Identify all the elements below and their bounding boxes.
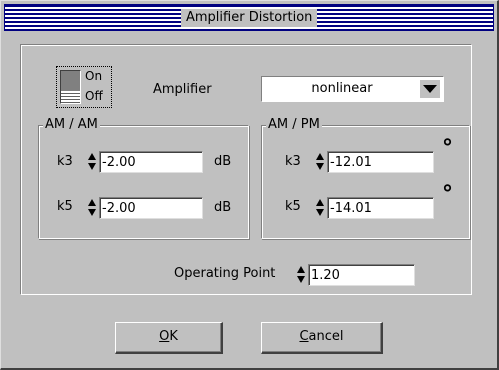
up-arrow-icon[interactable] [316, 199, 324, 206]
up-arrow-icon[interactable] [297, 266, 305, 273]
am-am-k3-unit: dB [214, 154, 232, 169]
title-bar[interactable]: Amplifier Distortion [4, 4, 494, 31]
am-pm-k5-input[interactable] [327, 197, 434, 219]
toggle-lever [61, 91, 80, 103]
degree-icon: ° [442, 182, 453, 207]
am-pm-k3-label: k3 [285, 154, 301, 169]
am-am-k5-label: k5 [57, 199, 73, 214]
am-am-k3-label: k3 [57, 154, 73, 169]
on-off-toggle[interactable]: On Off [56, 66, 112, 108]
am-pm-group: AM / PM [261, 117, 470, 239]
cancel-button-label: ancel [308, 329, 344, 344]
operating-point-spinner[interactable] [296, 264, 306, 286]
amplifier-label: Amplifier [153, 82, 212, 97]
am-pm-k5-spinner[interactable] [315, 197, 325, 219]
down-arrow-icon[interactable] [316, 163, 324, 170]
am-am-k3-input[interactable] [99, 151, 203, 173]
up-arrow-icon[interactable] [316, 153, 324, 160]
ok-button[interactable]: OK [115, 322, 223, 354]
down-arrow-icon[interactable] [297, 276, 305, 283]
am-pm-k3-input[interactable] [327, 151, 434, 173]
down-arrow-icon[interactable] [88, 209, 96, 216]
am-pm-k5-label: k5 [285, 199, 301, 214]
degree-icon: ° [442, 136, 453, 161]
am-am-k3-spinner[interactable] [87, 151, 97, 173]
toggle-on-label: On [85, 69, 103, 83]
cancel-button-mnemonic: C [299, 329, 309, 344]
toggle-off-label: Off [85, 89, 103, 103]
amplifier-select[interactable]: nonlinear [261, 76, 444, 102]
amplifier-selected-value: nonlinear [311, 81, 373, 96]
up-arrow-icon[interactable] [88, 153, 96, 160]
window-title: Amplifier Distortion [181, 9, 318, 27]
toggle-switch-icon [60, 70, 81, 104]
down-arrow-icon[interactable] [316, 209, 324, 216]
am-am-k5-spinner[interactable] [87, 197, 97, 219]
up-arrow-icon[interactable] [88, 199, 96, 206]
am-am-k5-input[interactable] [99, 197, 203, 219]
operating-point-input[interactable] [308, 264, 415, 286]
am-am-group: AM / AM [38, 117, 249, 239]
ok-button-label: K [169, 329, 178, 344]
am-am-k5-unit: dB [214, 200, 232, 215]
am-am-group-title: AM / AM [43, 117, 100, 133]
am-pm-group-title: AM / PM [266, 117, 322, 133]
down-arrow-icon[interactable] [88, 163, 96, 170]
ok-button-mnemonic: O [159, 329, 170, 344]
dropdown-arrow-icon[interactable] [420, 80, 440, 98]
cancel-button[interactable]: Cancel [261, 322, 383, 354]
am-pm-k3-spinner[interactable] [315, 151, 325, 173]
operating-point-label: Operating Point [174, 266, 276, 281]
